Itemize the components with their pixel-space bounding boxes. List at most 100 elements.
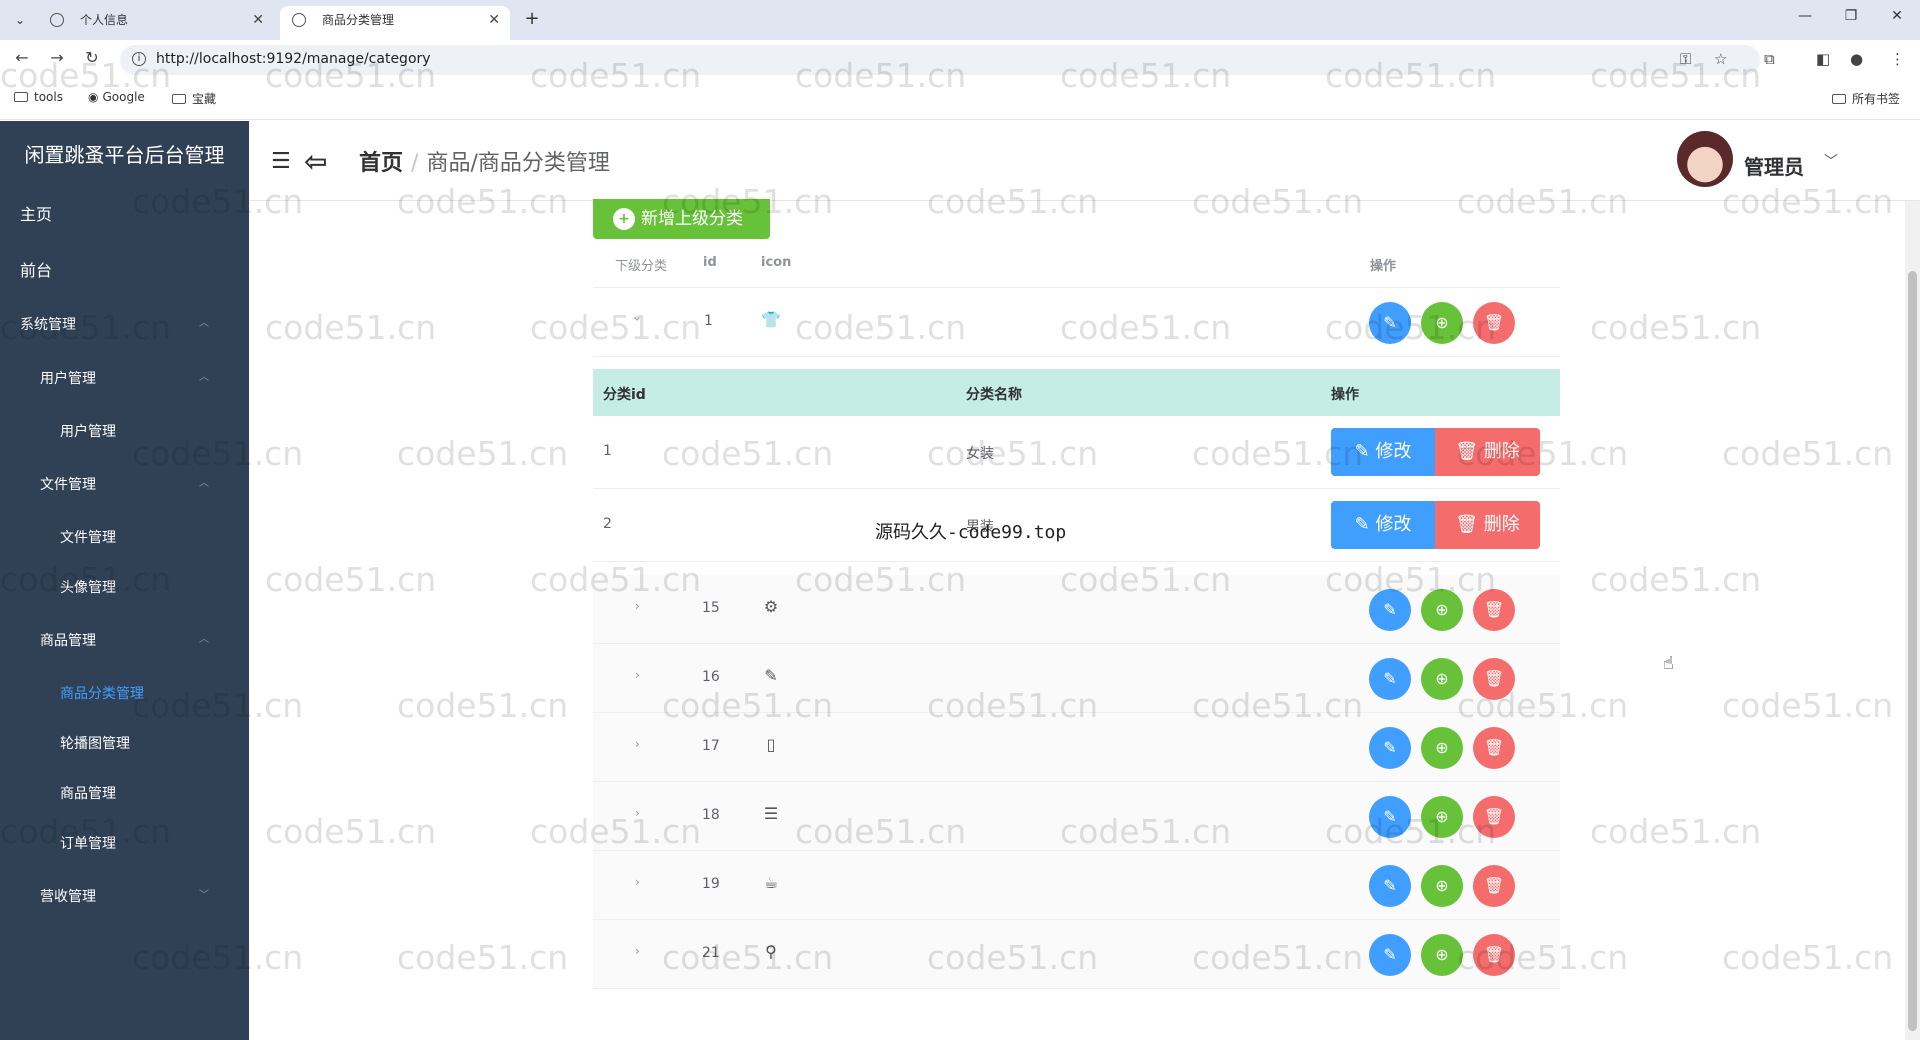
- tab-label: 商品分类管理: [322, 13, 395, 27]
- sidebar-item-order-manage[interactable]: 订单管理: [60, 833, 116, 853]
- tab-search-icon[interactable]: ⌄: [8, 8, 32, 32]
- breadcrumb-home[interactable]: 首页: [359, 151, 403, 176]
- expand-icon[interactable]: ›: [635, 737, 640, 751]
- remove-button[interactable]: 🗑 删除: [1435, 428, 1540, 476]
- table-row: › 16 ✎ ✎ ⊕ 🗑: [593, 644, 1560, 713]
- expand-icon[interactable]: ›: [635, 599, 640, 613]
- modify-button[interactable]: ✎ 修改: [1331, 501, 1435, 549]
- row-id: 21: [702, 945, 720, 961]
- url-text[interactable]: http://localhost:9192/manage/category: [156, 51, 431, 67]
- edit-button[interactable]: ✎: [1369, 727, 1411, 769]
- chevron-down-icon: ﹀: [199, 890, 209, 901]
- window-close-icon[interactable]: ✕: [1882, 8, 1912, 24]
- sidebar-item-category-manage[interactable]: 商品分类管理: [60, 683, 144, 703]
- expand-icon[interactable]: ›: [635, 875, 640, 889]
- sidepanel-icon[interactable]: ◧: [1816, 50, 1830, 68]
- more-icon[interactable]: ⋮: [1890, 50, 1905, 68]
- delete-button[interactable]: 🗑: [1473, 658, 1515, 700]
- sidebar-item-revenue-group[interactable]: 营收管理 ﹀: [40, 886, 229, 906]
- address-bar[interactable]: i http://localhost:9192/manage/category: [120, 45, 1760, 75]
- sidebar-item-goods-group[interactable]: 商品管理 ︿: [40, 630, 229, 650]
- row-id: 1: [704, 313, 713, 329]
- sub-table-row: 2 男装 ✎ 修改 🗑 删除: [593, 489, 1560, 562]
- table-header: 下级分类 id icon 操作: [593, 240, 1560, 288]
- edit-button[interactable]: ✎: [1369, 589, 1411, 631]
- extensions-icon[interactable]: ⧉: [1764, 50, 1775, 68]
- sidebar-item-avatar-manage[interactable]: 头像管理: [60, 577, 116, 597]
- add-child-button[interactable]: ⊕: [1421, 302, 1463, 344]
- add-child-button[interactable]: ⊕: [1421, 658, 1463, 700]
- sidebar-item-system[interactable]: 系统管理 ︿: [20, 314, 229, 334]
- delete-button[interactable]: 🗑: [1473, 934, 1515, 976]
- reload-icon[interactable]: ↻: [80, 48, 104, 67]
- sidebar-item-goods-manage[interactable]: 商品管理: [60, 783, 116, 803]
- chevron-up-icon: ︿: [199, 372, 209, 383]
- tab-label: 个人信息: [80, 13, 129, 27]
- expand-icon[interactable]: ›: [635, 944, 640, 958]
- sidebar-item-file-manage[interactable]: 文件管理: [60, 527, 116, 547]
- avatar[interactable]: [1677, 131, 1733, 187]
- bookmark-treasure[interactable]: 宝藏: [172, 90, 216, 107]
- sidebar-item-file-group[interactable]: 文件管理 ︿: [40, 474, 229, 494]
- back-icon[interactable]: ←: [10, 48, 34, 67]
- gear-icon: ⚙: [763, 597, 779, 616]
- bookmark-google[interactable]: ◉ Google: [88, 90, 145, 104]
- expand-icon[interactable]: ›: [630, 317, 644, 322]
- edit-icon: ✎: [1354, 441, 1376, 462]
- sidebar-item-user-group[interactable]: 用户管理 ︿: [40, 368, 229, 388]
- forward-icon[interactable]: →: [45, 48, 69, 67]
- add-parent-category-button[interactable]: + 新增上级分类: [593, 199, 770, 239]
- profile-icon[interactable]: ●: [1850, 50, 1863, 68]
- bookmark-tools[interactable]: tools: [14, 90, 63, 104]
- add-child-button[interactable]: ⊕: [1421, 865, 1463, 907]
- google-icon: ◉: [88, 90, 99, 104]
- minimize-icon[interactable]: —: [1790, 8, 1820, 24]
- edit-button[interactable]: ✎: [1369, 934, 1411, 976]
- hand-cursor-icon: ☝: [1663, 653, 1674, 674]
- add-child-button[interactable]: ⊕: [1421, 589, 1463, 631]
- delete-button[interactable]: 🗑: [1473, 302, 1515, 344]
- star-icon[interactable]: ☆: [1714, 50, 1727, 68]
- sidebar-item-frontend[interactable]: 前台: [20, 257, 52, 281]
- close-icon[interactable]: ✕: [488, 6, 500, 34]
- edit-button[interactable]: ✎: [1369, 302, 1411, 344]
- browser-toolbar: ← → ↻ i http://localhost:9192/manage/cat…: [0, 40, 1920, 78]
- close-icon[interactable]: ✕: [252, 6, 264, 34]
- chevron-down-icon[interactable]: ﹀: [1824, 151, 1838, 171]
- edit-button[interactable]: ✎: [1369, 796, 1411, 838]
- add-child-button[interactable]: ⊕: [1421, 727, 1463, 769]
- edit-button[interactable]: ✎: [1369, 658, 1411, 700]
- add-child-button[interactable]: ⊕: [1421, 934, 1463, 976]
- expand-icon[interactable]: ›: [635, 806, 640, 820]
- menu-toggle-icon[interactable]: ☰: [271, 149, 291, 174]
- edit-button[interactable]: ✎: [1369, 865, 1411, 907]
- delete-button[interactable]: 🗑: [1473, 796, 1515, 838]
- table-row: › 19 ☕ ✎ ⊕ 🗑: [593, 851, 1560, 920]
- new-tab-button[interactable]: +: [520, 8, 544, 32]
- col-id: id: [703, 255, 717, 270]
- scrollbar[interactable]: [1905, 201, 1920, 1040]
- sidebar-item-user-manage[interactable]: 用户管理: [60, 421, 116, 441]
- phone-icon: ▯: [766, 735, 776, 754]
- expand-icon[interactable]: ›: [635, 668, 640, 682]
- all-bookmarks[interactable]: 所有书签: [1832, 90, 1900, 107]
- chevron-up-icon: ︿: [199, 318, 209, 329]
- delete-button[interactable]: 🗑: [1473, 865, 1515, 907]
- add-child-button[interactable]: ⊕: [1421, 796, 1463, 838]
- modify-button[interactable]: ✎ 修改: [1331, 428, 1435, 476]
- user-name[interactable]: 管理员: [1744, 151, 1804, 180]
- restore-icon[interactable]: ❐: [1836, 8, 1866, 24]
- back-arrow-icon[interactable]: ⇦: [304, 145, 327, 178]
- scrollbar-thumb[interactable]: [1908, 271, 1917, 1031]
- remove-button[interactable]: 🗑 删除: [1435, 501, 1540, 549]
- info-icon[interactable]: i: [132, 52, 146, 66]
- tab-personal-info[interactable]: 个人信息 ✕: [38, 6, 274, 40]
- delete-button[interactable]: 🗑: [1473, 589, 1515, 631]
- sidebar: 闲置跳蚤平台后台管理 主页 前台 系统管理 ︿ 用户管理 ︿ 用户管理 文件管理 ︿ …: [0, 121, 249, 1040]
- sidebar-item-home[interactable]: 主页: [20, 201, 52, 225]
- delete-button[interactable]: 🗑: [1473, 727, 1515, 769]
- key-icon[interactable]: ⚿: [1680, 50, 1691, 68]
- sidebar-item-carousel-manage[interactable]: 轮播图管理: [60, 733, 130, 753]
- tab-category-manage[interactable]: 商品分类管理 ✕: [280, 6, 510, 40]
- col-icon: icon: [761, 255, 792, 270]
